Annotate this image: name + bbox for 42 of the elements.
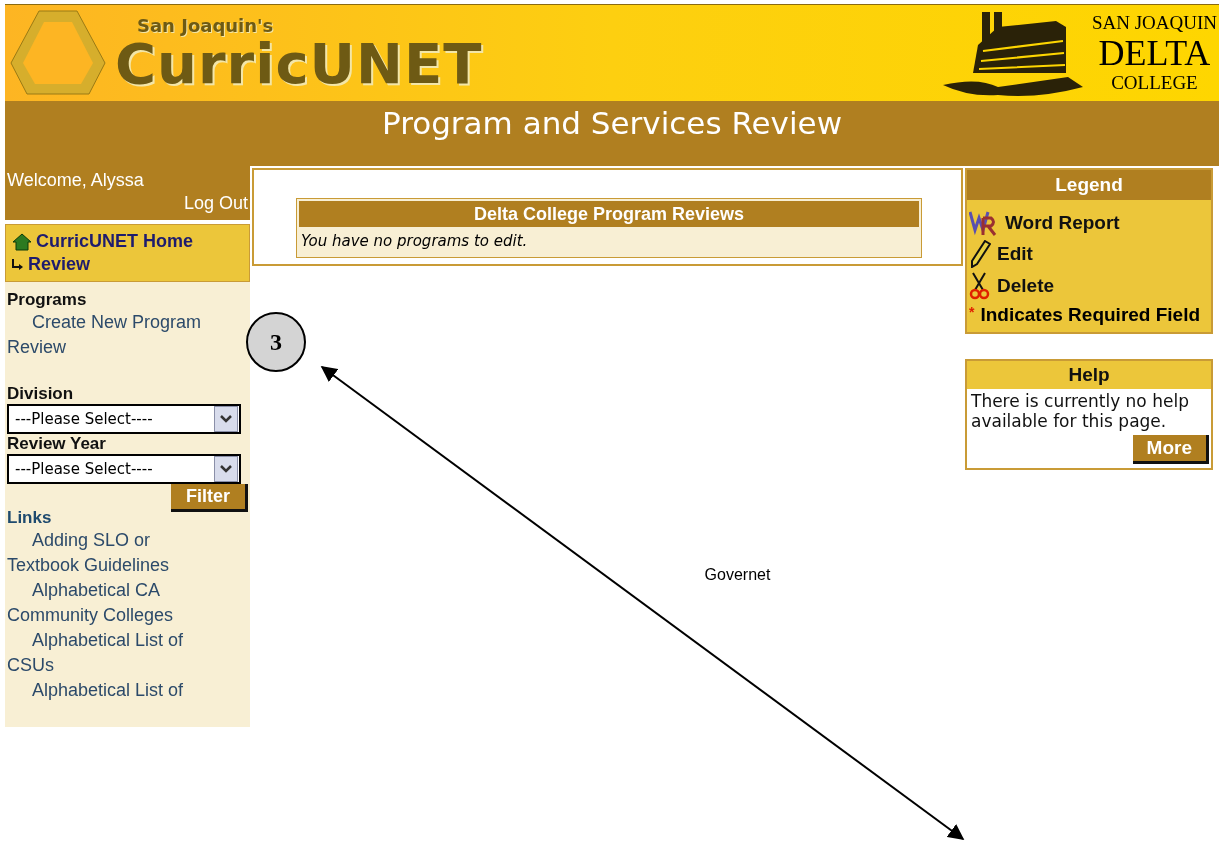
legend-title: Legend <box>967 170 1211 200</box>
legend-label: Edit <box>997 243 1033 265</box>
report-icon <box>969 210 999 236</box>
required-asterisk: * <box>969 304 975 320</box>
dropdown-field[interactable]: ---Please Select---- <box>7 454 241 484</box>
college-name-line: COLLEGE <box>1111 72 1198 94</box>
pencil-icon <box>969 240 991 268</box>
chevron-down-icon <box>220 415 232 423</box>
chevron-down-icon <box>220 465 232 473</box>
breadcrumb-link[interactable]: Review <box>28 254 91 275</box>
legend-label: Indicates Required Field <box>980 304 1201 326</box>
sidebar-link[interactable]: Alphabetical List of CSUs <box>7 628 219 678</box>
page-title: Program and Services Review <box>382 105 842 143</box>
section-heading: Programs <box>7 290 87 310</box>
help-title: Help <box>967 361 1211 389</box>
welcome-text: Welcome, Alyssa <box>7 170 145 191</box>
logout-link[interactable]: Log Out <box>183 193 248 214</box>
sidebar-link[interactable]: Create New Program Review <box>7 310 219 360</box>
field-label: Review Year <box>7 434 106 454</box>
logo-subtitle: San Joaquin's <box>137 14 275 36</box>
more-button[interactable]: More <box>1132 435 1209 464</box>
section-heading: Links <box>7 508 52 528</box>
logo-title: CurricUNET <box>115 35 483 92</box>
legend-label: Delete <box>997 275 1055 297</box>
filter-button[interactable]: Filter <box>171 484 248 512</box>
college-name-line: SAN JOAQUIN <box>1091 12 1217 34</box>
sidebar-link[interactable]: Alphabetical CA Community Colleges <box>7 578 219 628</box>
empty-message: You have no programs to edit. <box>300 231 529 252</box>
house-icon <box>12 232 32 251</box>
scissors-icon <box>969 272 991 300</box>
footer-text: Governet <box>704 566 771 584</box>
legend-label: Word Report <box>1005 212 1120 234</box>
field-label: Division <box>7 384 74 404</box>
help-text: There is currently no help available for this page. <box>970 390 1190 433</box>
sidebar-link[interactable]: Alphabetical List of <box>7 678 219 703</box>
breadcrumb-link[interactable]: CurricUNET Home <box>36 231 194 252</box>
table-title: Delta College Program Reviews <box>299 201 919 227</box>
college-name-line: DELTA <box>1098 34 1211 72</box>
sidebar-link[interactable]: Adding SLO or Textbook Guidelines <box>7 528 219 578</box>
indent-arrow-icon <box>10 257 24 272</box>
step-number-badge: 3 <box>246 312 306 372</box>
dropdown-field[interactable]: ---Please Select---- <box>7 404 241 434</box>
